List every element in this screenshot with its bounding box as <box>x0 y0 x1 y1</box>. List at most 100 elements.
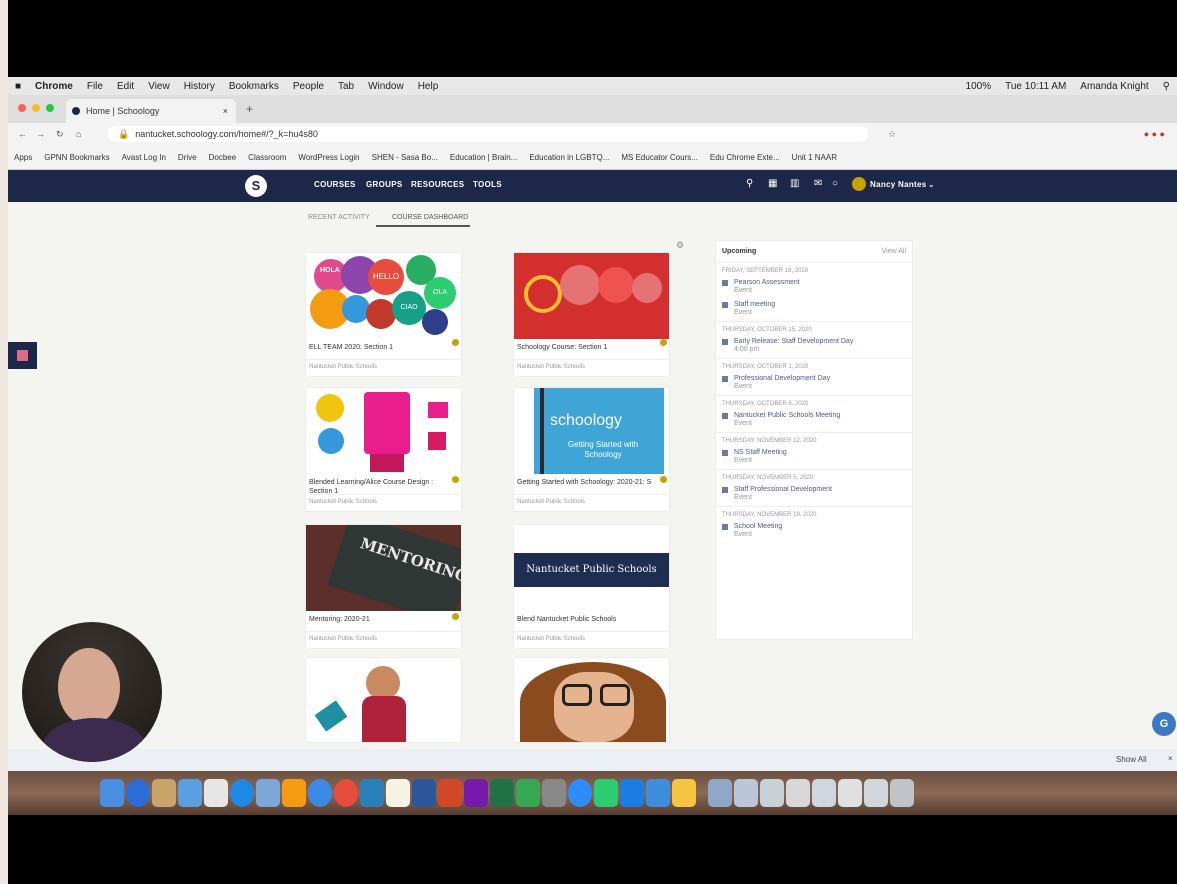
screencast-icon[interactable] <box>594 779 618 807</box>
bookmark-4[interactable]: Docbee <box>209 153 237 162</box>
clock[interactable]: Tue 10:11 AM <box>1005 81 1066 92</box>
menu-edit[interactable]: Edit <box>117 81 134 92</box>
bookmark-1[interactable]: GPNN Bookmarks <box>44 153 109 162</box>
itunes-icon[interactable] <box>308 779 332 807</box>
user-name[interactable]: Amanda Knight <box>1080 81 1148 92</box>
schoology-logo-icon[interactable]: S <box>245 175 267 197</box>
browser-tab[interactable]: Home | Schoology × <box>66 99 236 123</box>
reload-icon[interactable]: ↻ <box>56 129 64 140</box>
search-icon[interactable]: ⚲ <box>746 178 754 189</box>
spotlight-icon[interactable]: ⚲ <box>1163 81 1170 92</box>
zoom-window-icon[interactable] <box>46 104 54 112</box>
close-tab-icon[interactable]: × <box>223 106 228 116</box>
course-title[interactable]: Blend Nantucket Public Schools <box>514 611 669 631</box>
preview-icon[interactable] <box>178 779 202 807</box>
course-title[interactable]: Getting Started with Schoology: 2020-21:… <box>514 474 669 494</box>
bitmoji-app-icon[interactable] <box>672 779 696 807</box>
menu-app[interactable]: Chrome <box>35 81 73 92</box>
finder-icon[interactable] <box>100 779 124 807</box>
zoom-app-icon[interactable] <box>568 779 592 807</box>
folder-icon[interactable] <box>708 779 732 807</box>
extensions-icon[interactable]: ● ● ● <box>1144 129 1165 139</box>
keynote-icon[interactable] <box>360 779 384 807</box>
course-card-schoology-course[interactable]: Schoology Course: Section 1 Nantucket Pu… <box>514 253 669 376</box>
course-title[interactable]: Schoology Course: Section 1 <box>514 339 669 359</box>
course-card-ell[interactable]: HELLO OLA CIAO HOLA ELL TEAM 2020: Secti… <box>306 253 461 376</box>
battery-level[interactable]: 100% <box>966 81 992 92</box>
stickies-icon[interactable] <box>386 779 410 807</box>
onenote-icon[interactable] <box>464 779 488 807</box>
grid-icon[interactable]: ▦ <box>768 178 778 189</box>
folder-icon[interactable] <box>864 779 888 807</box>
course-title[interactable]: ELL TEAM 2020: Section 1 <box>306 339 461 359</box>
close-download-bar-icon[interactable]: × <box>1168 754 1173 763</box>
nav-courses[interactable]: COURSES <box>314 180 356 189</box>
powerpoint-icon[interactable] <box>438 779 462 807</box>
pages-icon[interactable] <box>282 779 306 807</box>
tab-course-dashboard[interactable]: COURSE DASHBOARD <box>392 214 468 221</box>
notes-icon[interactable] <box>152 779 176 807</box>
safari-icon[interactable] <box>126 779 150 807</box>
menu-people[interactable]: People <box>293 81 324 92</box>
upcoming-item[interactable]: NS Staff Meeting Event <box>716 447 912 469</box>
chrome-icon[interactable] <box>334 779 358 807</box>
bookmark-11[interactable]: Edu Chrome Exte... <box>710 153 780 162</box>
notifications-icon[interactable]: ○ <box>832 178 838 189</box>
bookmark-9[interactable]: Education in LGBTQ... <box>529 153 609 162</box>
menu-bookmarks[interactable]: Bookmarks <box>229 81 279 92</box>
nav-tools[interactable]: TOOLS <box>473 180 502 189</box>
course-card-getting-started[interactable]: schoology Getting Started with Schoology… <box>514 388 669 511</box>
folder-icon[interactable] <box>760 779 784 807</box>
messages-app-icon[interactable] <box>620 779 644 807</box>
bookmark-10[interactable]: MS Educator Cours... <box>621 153 697 162</box>
url-input[interactable]: 🔒 nantucket.schoology.com/home#/?_k=hu4s… <box>108 126 868 142</box>
chevron-down-icon[interactable]: ⌄ <box>928 180 935 189</box>
upcoming-item[interactable]: Staff meeting Event <box>716 299 912 321</box>
menu-history[interactable]: History <box>184 81 215 92</box>
side-panel-button[interactable] <box>8 342 37 369</box>
calendar-icon[interactable]: ▥ <box>790 178 800 189</box>
nav-groups[interactable]: GROUPS <box>366 180 402 189</box>
upcoming-item[interactable]: Early Release: Staff Development Day 4:00… <box>716 336 912 358</box>
apple-icon[interactable]: ■ <box>15 81 21 92</box>
close-window-icon[interactable] <box>18 104 26 112</box>
forward-icon[interactable]: → <box>36 129 45 139</box>
messages-icon[interactable]: ✉ <box>814 178 823 189</box>
folder-icon[interactable] <box>838 779 862 807</box>
bookmark-5[interactable]: Classroom <box>248 153 286 162</box>
app-store-icon[interactable] <box>230 779 254 807</box>
menu-window[interactable]: Window <box>368 81 404 92</box>
nav-resources[interactable]: RESOURCES <box>411 180 464 189</box>
star-icon[interactable]: ☆ <box>888 129 896 140</box>
menu-tab[interactable]: Tab <box>338 81 354 92</box>
word-icon[interactable] <box>412 779 436 807</box>
drive-icon[interactable] <box>516 779 540 807</box>
upcoming-item[interactable]: School Meeting Event <box>716 521 912 543</box>
course-card-bitmoji-1[interactable] <box>306 658 461 742</box>
new-tab-icon[interactable]: + <box>246 102 253 116</box>
upcoming-item[interactable]: Nantucket Public Schools Meeting Event <box>716 410 912 432</box>
course-title[interactable]: Blended Learning/Alice Course Design : S… <box>306 474 461 494</box>
course-card-bitmoji-2[interactable] <box>514 658 669 742</box>
settings-gear-icon[interactable]: ⚙ <box>676 240 684 251</box>
folder-icon[interactable] <box>786 779 810 807</box>
bookmark-6[interactable]: WordPress Login <box>298 153 359 162</box>
bookmark-12[interactable]: Unit 1 NAAR <box>792 153 837 162</box>
show-all-button[interactable]: Show All <box>1116 755 1147 764</box>
schoology-app-icon[interactable] <box>646 779 670 807</box>
menu-help[interactable]: Help <box>418 81 439 92</box>
stylus-icon[interactable] <box>542 779 566 807</box>
course-card-mentoring[interactable]: MENTORING Mentoring: 2020-21 Nantucket P… <box>306 525 461 648</box>
header-user-name[interactable]: Nancy Nantes <box>870 180 927 189</box>
view-all-link[interactable]: View All <box>882 248 906 255</box>
tab-recent-activity[interactable]: RECENT ACTIVITY <box>308 214 370 221</box>
home-icon[interactable]: ⌂ <box>76 129 81 139</box>
trash-icon[interactable] <box>890 779 914 807</box>
minimize-window-icon[interactable] <box>32 104 40 112</box>
menu-view[interactable]: View <box>148 81 170 92</box>
avatar[interactable] <box>852 177 866 191</box>
calendar-app-icon[interactable] <box>204 779 228 807</box>
course-card-blended[interactable]: Blended Learning/Alice Course Design : S… <box>306 388 461 511</box>
bookmark-3[interactable]: Drive <box>178 153 197 162</box>
course-title[interactable]: Mentoring: 2020-21 <box>306 611 461 631</box>
